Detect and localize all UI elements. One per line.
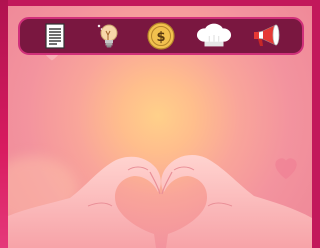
frame-left xyxy=(0,0,8,248)
dollar-coin-icon: $ xyxy=(147,22,175,50)
document-icon xyxy=(44,23,65,49)
document-button[interactable] xyxy=(37,20,73,52)
chef-hat-icon xyxy=(197,23,232,47)
toolbar: $ xyxy=(18,17,304,55)
cooking-button[interactable] xyxy=(196,20,232,52)
megaphone-icon xyxy=(254,24,280,46)
announce-button[interactable] xyxy=(249,20,285,52)
lightbulb-icon xyxy=(97,24,118,48)
idea-button[interactable] xyxy=(90,20,126,52)
svg-text:$: $ xyxy=(156,30,165,45)
heart-hands-image xyxy=(8,155,312,248)
money-button[interactable]: $ xyxy=(143,20,179,52)
